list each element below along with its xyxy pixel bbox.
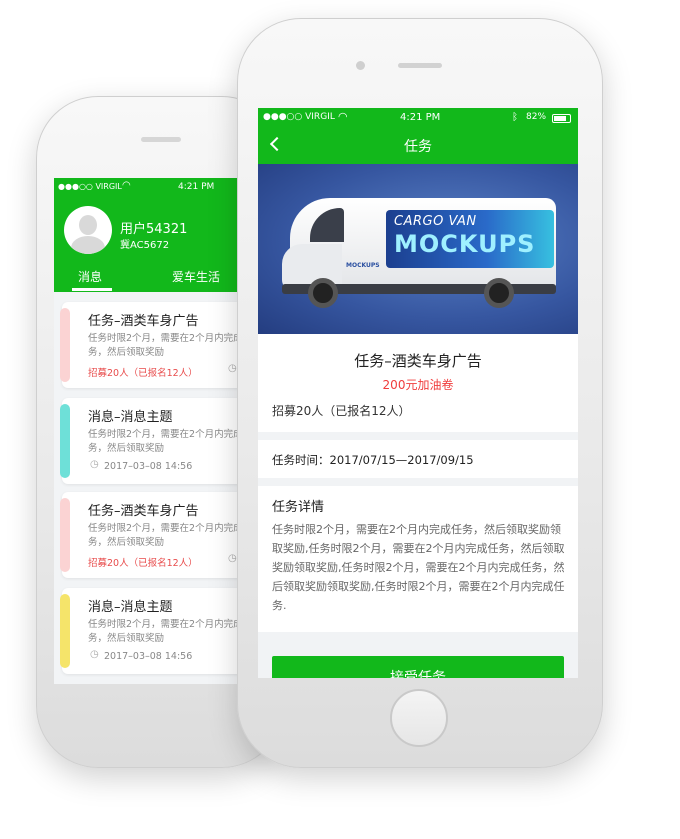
clock-icon: ◷ (228, 363, 237, 374)
tab-car-life[interactable]: 爱车生活 (172, 268, 220, 285)
task-time-range: 2017/07/15—2017/09/15 (329, 453, 474, 467)
banner-image: CARGO VAN MOCKUPS MOCKUPS (258, 164, 578, 334)
detail-body: 任务时限2个月，需要在2个月内完成任务，然后领取奖励领取奖励,任务时限2个月，需… (272, 523, 565, 612)
user-name: 用户54321 (120, 222, 188, 237)
back-phone-screen: ●●●○○ VIRGIL ◠ 4:21 PM 用户54321 冀AC5672 消… (54, 178, 238, 684)
divider (258, 632, 578, 656)
battery-fill (554, 116, 566, 121)
front-status-bar: ●●●○○ VIRGIL ◠ 4:21 PM ᛒ 82% (258, 108, 578, 128)
avatar[interactable] (64, 206, 112, 254)
card-date: 2017–03–08 14:56 (104, 461, 193, 472)
wifi-icon: ◠ (338, 110, 348, 123)
detail-heading: 任务详情 (272, 500, 325, 515)
task-title: 任务–酒类车身广告 (354, 352, 482, 370)
wifi-icon: ◠ (122, 180, 131, 191)
banner-line1: CARGO VAN (394, 214, 477, 229)
user-plate: 冀AC5672 (120, 240, 170, 251)
card-title: 消息–消息主题 (88, 410, 173, 425)
profile-header: ●●●○○ VIRGIL ◠ 4:21 PM 用户54321 冀AC5672 消… (54, 178, 238, 292)
card-title: 任务–酒类车身广告 (88, 504, 199, 519)
front-phone-speaker (398, 63, 442, 68)
bluetooth-icon: ᛒ (512, 112, 518, 123)
time-label: 4:21 PM (178, 182, 215, 192)
clock-icon: ◷ (90, 459, 99, 470)
list-item[interactable]: 消息–消息主题 任务时限2个月，需要在2个月内完成任务，然后领取奖励 ◷ 201… (60, 398, 238, 484)
van-side-label: MOCKUPS (346, 262, 380, 269)
card-description: 任务时限2个月，需要在2个月内完成任务，然后领取奖励 (88, 333, 238, 358)
divider (258, 432, 578, 440)
tab-messages[interactable]: 消息 (78, 268, 102, 285)
clock-icon: ◷ (90, 649, 99, 660)
battery-icon (552, 114, 571, 123)
front-phone-screen: ●●●○○ VIRGIL ◠ 4:21 PM ᛒ 82% 任务 CARGO VA… (258, 108, 578, 678)
tab-active-indicator (72, 288, 112, 291)
avatar-body-icon (71, 236, 105, 254)
task-time: 任务时间：2017/07/15—2017/09/15 (272, 452, 474, 468)
front-camera (356, 61, 365, 70)
list-item[interactable]: 任务–酒类车身广告 任务时限2个月，需要在2个月内完成任务，然后领取奖励 招募2… (60, 302, 238, 388)
accept-task-button[interactable]: 接受任务 (272, 656, 564, 678)
card-recruit: 招募20人（已报名12人） (88, 558, 198, 569)
card-accent-bar (60, 498, 70, 572)
card-accent-bar (60, 308, 70, 382)
card-date: 2017–03–08 14:56 (104, 651, 193, 662)
task-time-label: 任务时间： (272, 453, 330, 467)
avatar-head-icon (79, 215, 97, 235)
top-bar: ●●●○○ VIRGIL ◠ 4:21 PM ᛒ 82% 任务 (258, 108, 578, 164)
back-phone-speaker (141, 137, 181, 142)
van-wheel-rear (484, 278, 514, 308)
divider (258, 478, 578, 486)
list-item[interactable]: 任务–酒类车身广告 任务时限2个月，需要在2个月内完成任务，然后领取奖励 招募2… (60, 492, 238, 578)
home-button[interactable] (390, 689, 448, 747)
accept-task-label: 接受任务 (390, 670, 446, 678)
carrier-label: ●●●○○ VIRGIL (58, 182, 122, 191)
card-accent-bar (60, 404, 70, 478)
list-item[interactable]: 消息–消息主题 任务时限2个月，需要在2个月内完成任务，然后领取奖励 ◷ 201… (60, 588, 238, 674)
task-recruit: 招募20人（已报名12人） (272, 404, 411, 418)
clock-icon: ◷ (228, 553, 237, 564)
battery-percent: 82% (526, 112, 547, 122)
task-time-section: 任务时间：2017/07/15—2017/09/15 (258, 440, 578, 478)
time-label: 4:21 PM (400, 112, 441, 123)
page-title: 任务 (404, 139, 432, 155)
task-info-section: 任务–酒类车身广告 200元加油卷 招募20人（已报名12人） (258, 334, 578, 432)
banner-line2: MOCKUPS (394, 230, 536, 258)
back-status-bar: ●●●○○ VIRGIL ◠ 4:21 PM (54, 178, 238, 198)
carrier-label: ●●●○○ VIRGIL (263, 112, 335, 122)
card-description: 任务时限2个月，需要在2个月内完成任务，然后领取奖励 (88, 619, 238, 644)
task-reward: 200元加油卷 (382, 378, 454, 392)
task-detail-section: 任务详情 任务时限2个月，需要在2个月内完成任务，然后领取奖励领取奖励,任务时限… (258, 486, 578, 632)
card-recruit: 招募20人（已报名12人） (88, 368, 198, 379)
card-description: 任务时限2个月，需要在2个月内完成任务，然后领取奖励 (88, 429, 238, 454)
card-title: 消息–消息主题 (88, 600, 173, 615)
card-accent-bar (60, 594, 70, 668)
card-title: 任务–酒类车身广告 (88, 314, 199, 329)
van-wheel-front (308, 278, 338, 308)
card-description: 任务时限2个月，需要在2个月内完成任务，然后领取奖励 (88, 523, 238, 548)
